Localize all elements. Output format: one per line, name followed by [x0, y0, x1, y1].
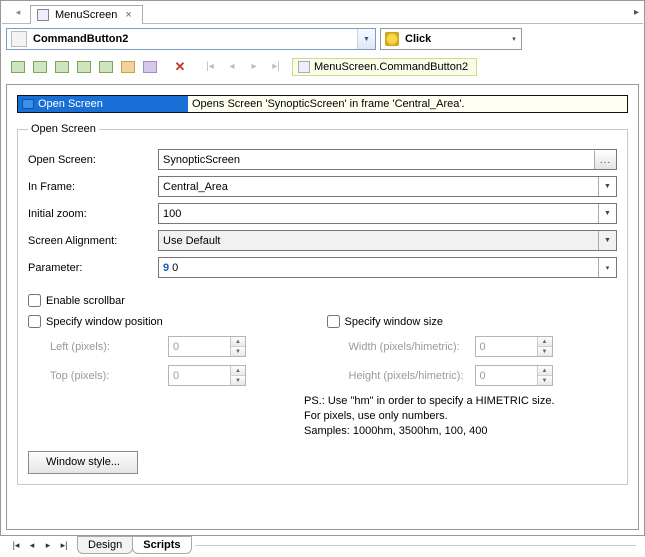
open-screen-label: Open Screen:	[28, 154, 158, 166]
tool-2[interactable]	[30, 57, 50, 77]
height-label: Height (pixels/himetric):	[349, 370, 475, 382]
initial-zoom-label: Initial zoom:	[28, 208, 158, 220]
width-spinner: 0 ▲▼	[475, 336, 553, 357]
nav-first-icon[interactable]: |◂	[9, 538, 23, 552]
enable-scrollbar-input[interactable]	[28, 294, 41, 307]
left-label: Left (pixels):	[50, 341, 168, 353]
spin-up-icon: ▲	[538, 366, 552, 375]
chevron-down-icon[interactable]: ▼	[598, 204, 616, 223]
chevron-down-icon[interactable]: ▼	[598, 231, 616, 250]
command-row[interactable]: Open Screen Opens Screen 'SynopticScreen…	[17, 95, 628, 113]
nav-last-icon[interactable]: ▸|	[57, 538, 71, 552]
spin-down-icon: ▼	[538, 346, 552, 356]
nav-prev-icon[interactable]: ◂	[25, 538, 39, 552]
breadcrumb-label: MenuScreen.CommandButton2	[314, 61, 468, 73]
document-icon	[37, 9, 49, 21]
open-screen-field[interactable]: SynopticScreen ...	[158, 149, 617, 170]
nav-first: |◂	[200, 57, 220, 77]
toolbar: ✕ |◂ ◂ ▸ ▸| MenuScreen.CommandButton2	[2, 54, 643, 80]
tab-scripts[interactable]: Scripts	[132, 536, 191, 554]
chevron-down-icon[interactable]: ▾	[507, 35, 521, 43]
lightning-icon	[385, 32, 399, 46]
chevron-down-icon[interactable]: ▾	[598, 258, 616, 277]
breadcrumb-icon	[298, 61, 310, 73]
tool-7[interactable]	[140, 57, 160, 77]
editor-tab-label: MenuScreen	[55, 9, 117, 21]
nav-last: ▸|	[266, 57, 286, 77]
in-frame-value: Central_Area	[159, 181, 598, 193]
top-label: Top (pixels):	[50, 370, 168, 382]
top-spinner: 0 ▲▼	[168, 365, 246, 386]
screen-alignment-field[interactable]: Use Default ▼	[158, 230, 617, 251]
object-selector[interactable]: CommandButton2 ▼	[6, 28, 376, 50]
delete-button[interactable]: ✕	[170, 57, 190, 77]
parameter-field[interactable]: 90 ▾	[158, 257, 617, 278]
in-frame-label: In Frame:	[28, 181, 158, 193]
enable-scrollbar-checkbox[interactable]: Enable scrollbar	[28, 294, 617, 307]
hint-text: PS.: Use "hm" in order to specify a HIME…	[304, 394, 617, 439]
close-icon[interactable]: ×	[123, 9, 133, 21]
editor-tab-menuscreen[interactable]: MenuScreen ×	[30, 5, 143, 24]
parameter-label: Parameter:	[28, 262, 158, 274]
specify-position-checkbox[interactable]: Specify window position	[28, 315, 319, 328]
enable-scrollbar-label: Enable scrollbar	[46, 295, 125, 307]
window-style-label: Window style...	[46, 456, 120, 468]
tool-3[interactable]	[52, 57, 72, 77]
window-style-button[interactable]: Window style...	[28, 451, 138, 474]
screen-icon	[22, 99, 34, 109]
nav-next: ▸	[244, 57, 264, 77]
browse-button[interactable]: ...	[594, 150, 616, 169]
spin-down-icon: ▼	[231, 375, 245, 385]
specify-size-checkbox[interactable]: Specify window size	[327, 315, 618, 328]
object-selector-label: CommandButton2	[31, 33, 357, 45]
tool-5[interactable]	[96, 57, 116, 77]
sheet-nav: |◂ ◂ ▸ ▸|	[9, 538, 71, 552]
screen-alignment-value: Use Default	[159, 235, 598, 247]
collapse-left-icon[interactable]: ◂	[6, 5, 30, 21]
command-name: Open Screen	[38, 98, 103, 110]
object-icon	[11, 31, 27, 47]
breadcrumb[interactable]: MenuScreen.CommandButton2	[292, 58, 477, 76]
screen-alignment-label: Screen Alignment:	[28, 235, 158, 247]
event-selector[interactable]: Click ▾	[380, 28, 522, 50]
chevron-down-icon[interactable]: ▼	[357, 29, 375, 49]
in-frame-field[interactable]: Central_Area ▼	[158, 176, 617, 197]
height-spinner: 0 ▲▼	[475, 365, 553, 386]
open-screen-group: Open Screen Open Screen: SynopticScreen …	[17, 123, 628, 485]
parameter-value: 90	[159, 262, 598, 274]
tool-1[interactable]	[8, 57, 28, 77]
width-label: Width (pixels/himetric):	[349, 341, 475, 353]
nav-next-icon[interactable]: ▸	[41, 538, 55, 552]
tab-design[interactable]: Design	[77, 536, 133, 554]
event-selector-label: Click	[403, 33, 507, 45]
specify-position-input[interactable]	[28, 315, 41, 328]
chevron-down-icon[interactable]: ▼	[598, 177, 616, 196]
left-spinner: 0 ▲▼	[168, 336, 246, 357]
specify-position-label: Specify window position	[46, 316, 163, 328]
spin-down-icon: ▼	[231, 346, 245, 356]
tool-4[interactable]	[74, 57, 94, 77]
spin-up-icon: ▲	[538, 337, 552, 346]
spin-down-icon: ▼	[538, 375, 552, 385]
spin-up-icon: ▲	[231, 337, 245, 346]
nav-prev: ◂	[222, 57, 242, 77]
command-name-cell: Open Screen	[18, 96, 188, 112]
specify-size-input[interactable]	[327, 315, 340, 328]
spin-up-icon: ▲	[231, 366, 245, 375]
scroll-right-icon[interactable]: ▸	[634, 7, 639, 18]
tool-6[interactable]	[118, 57, 138, 77]
initial-zoom-field[interactable]: 100 ▼	[158, 203, 617, 224]
initial-zoom-value: 100	[159, 208, 598, 220]
group-legend: Open Screen	[28, 123, 99, 135]
specify-size-label: Specify window size	[345, 316, 443, 328]
command-description: Opens Screen 'SynopticScreen' in frame '…	[188, 96, 627, 112]
open-screen-value: SynopticScreen	[159, 154, 594, 166]
